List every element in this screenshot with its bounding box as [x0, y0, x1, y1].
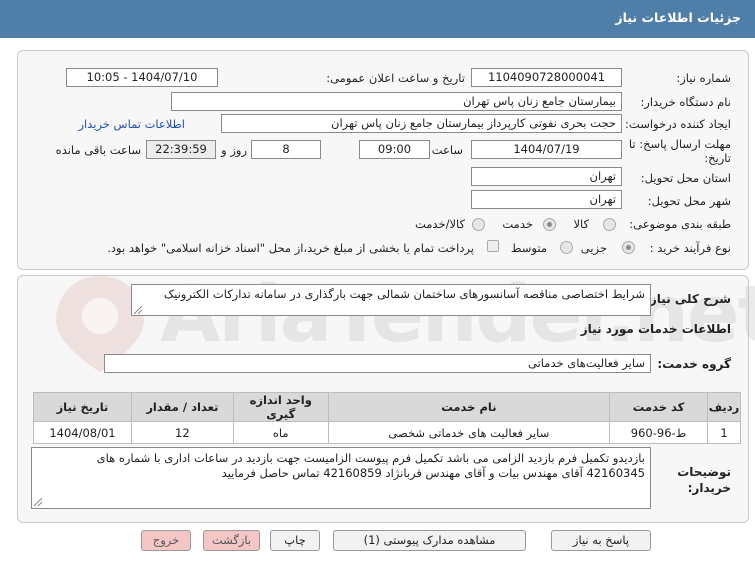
- table-header-row: ردیف کد خدمت نام خدمت واحد اندازه گیری ت…: [33, 392, 741, 422]
- buyer-org-field: بیمارستان جامع زنان پاس تهران: [171, 92, 622, 111]
- days-label: روز و: [221, 143, 247, 157]
- buyer-notes-line-1: بازدیدو تکمیل فرم بازدید الزامی می باشد …: [96, 451, 645, 465]
- remaining-time-label: ساعت باقی مانده: [55, 143, 141, 157]
- deadline-hour-label: ساعت: [431, 143, 463, 157]
- category-option-service: خدمت: [502, 217, 533, 231]
- category-radio-service[interactable]: [543, 218, 556, 231]
- cell-code: ط-96-960: [609, 421, 709, 444]
- need-number-field: 1104090728000041: [471, 68, 622, 87]
- col-unit-header: واحد اندازه گیری: [232, 392, 329, 422]
- category-option-goods: کالا: [573, 217, 589, 231]
- announce-date-field: 1404/07/10 - 10:05: [66, 68, 218, 87]
- cell-unit: ماه: [232, 421, 329, 444]
- payment-checkbox[interactable]: [487, 240, 499, 252]
- creator-label: ایجاد کننده درخواست:: [625, 117, 731, 131]
- buyer-notes-field: بازدیدو تکمیل فرم بازدید الزامی می باشد …: [31, 447, 651, 509]
- col-row-header: ردیف: [707, 392, 741, 422]
- table-row: 1 ط-96-960 سایر فعالیت های خدماتی شخصی م…: [33, 421, 741, 444]
- buyer-org-label: نام دستگاه خریدار:: [640, 95, 731, 109]
- buyer-notes-line-2: 42160345 آقای مهندس بیات و آقای مهندس قر…: [221, 466, 645, 480]
- back-button[interactable]: بازگشت: [203, 530, 260, 551]
- announce-date-label: تاریخ و ساعت اعلان عمومی:: [326, 71, 465, 85]
- resize-grip-icon[interactable]: [134, 306, 142, 314]
- service-group-field: سایر فعالیت‌های خدماتی: [104, 354, 651, 373]
- remaining-time-field: 22:39:59: [146, 140, 216, 159]
- process-option-medium: متوسط: [510, 241, 547, 255]
- category-label: طبقه بندی موضوعی:: [629, 217, 731, 231]
- reply-button[interactable]: پاسخ به نیاز: [551, 530, 651, 551]
- remaining-days-field: 8: [251, 140, 321, 159]
- buyer-contact-link[interactable]: اطلاعات تماس خریدار: [78, 117, 185, 131]
- exit-button[interactable]: خروج: [141, 530, 191, 551]
- process-label: نوع فرآیند خرید :: [649, 241, 731, 255]
- process-option-minor: جزیی: [580, 241, 607, 255]
- col-qty-header: تعداد / مقدار: [130, 392, 234, 422]
- city-field: تهران: [471, 190, 622, 209]
- page-title: جزئیات اطلاعات نیاز: [615, 10, 741, 25]
- process-radio-medium[interactable]: [560, 241, 573, 254]
- creator-field: حجت بحری نفوتی کارپرداز بیمارستان جامع ز…: [221, 114, 622, 133]
- deadline-date-label: تاریخ:: [704, 151, 731, 165]
- resize-grip-icon[interactable]: [34, 498, 42, 506]
- col-code-header: کد خدمت: [609, 392, 709, 422]
- general-desc-label: شرح کلی نیاز:: [645, 292, 731, 306]
- print-button[interactable]: چاپ: [270, 530, 320, 551]
- buyer-notes-label-2: خریدار:: [687, 481, 731, 495]
- deadline-date-field: 1404/07/19: [471, 140, 622, 159]
- need-number-label: شماره نیاز:: [676, 71, 731, 85]
- province-label: استان محل تحویل:: [640, 171, 731, 185]
- services-info-title: اطلاعات خدمات مورد نیاز: [580, 322, 731, 336]
- deadline-label: مهلت ارسال پاسخ: تا: [628, 137, 731, 151]
- category-radio-goods[interactable]: [603, 218, 616, 231]
- col-name-header: نام خدمت: [327, 392, 611, 422]
- cell-date: 1404/08/01: [33, 421, 132, 444]
- services-table: ردیف کد خدمت نام خدمت واحد اندازه گیری ت…: [33, 392, 741, 444]
- general-desc-field: شرایط اختصاصی مناقصه آسانسورهای ساختمان …: [131, 284, 651, 316]
- deadline-time-field: 09:00: [359, 140, 430, 159]
- cell-row: 1: [707, 421, 741, 444]
- buyer-notes-label-1: توضیحات: [677, 465, 731, 479]
- cell-name: سایر فعالیت های خدماتی شخصی: [327, 421, 611, 444]
- attachments-button[interactable]: مشاهده مدارک پیوستی (1): [333, 530, 526, 551]
- category-option-goods-service: کالا/خدمت: [414, 217, 465, 231]
- category-radio-goods-service[interactable]: [472, 218, 485, 231]
- payment-note: پرداخت تمام یا بخشی از مبلغ خرید،از محل …: [107, 241, 474, 255]
- city-label: شهر محل تحویل:: [647, 194, 731, 208]
- col-date-header: تاریخ نیاز: [33, 392, 132, 422]
- service-group-label: گروه خدمت:: [657, 357, 731, 371]
- process-radio-minor[interactable]: [622, 241, 635, 254]
- cell-qty: 12: [130, 421, 234, 444]
- province-field: تهران: [471, 167, 622, 186]
